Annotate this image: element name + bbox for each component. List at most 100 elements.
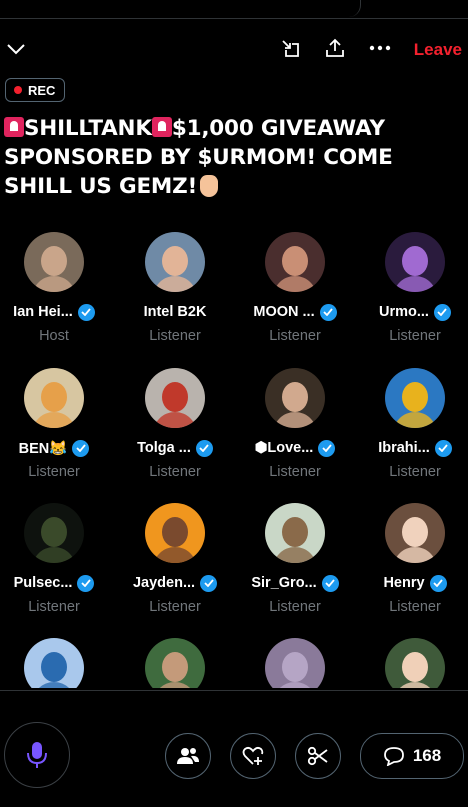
speaker-role: Listener <box>269 599 321 615</box>
comment-count: 168 <box>412 746 442 765</box>
speaker-tile[interactable]: Jayden... Listener <box>115 503 235 615</box>
speaker-name: Tolga ... <box>137 440 191 456</box>
avatar[interactable] <box>24 232 84 292</box>
title-line-3: SHILL US GEMZ! <box>4 174 198 199</box>
avatar[interactable] <box>265 232 325 292</box>
verified-badge-icon <box>77 574 95 592</box>
speaker-role: Listener <box>149 599 201 615</box>
speaker-name: Ian Hei... <box>13 304 73 320</box>
avatar[interactable] <box>145 503 205 563</box>
avatar[interactable] <box>24 503 84 563</box>
speaker-tile[interactable]: Henry Listener <box>355 503 468 615</box>
speaker-tile[interactable]: Ibrahi... Listener <box>355 368 468 480</box>
speaker-name-row: Urmo... <box>355 302 468 322</box>
avatar[interactable] <box>385 368 445 428</box>
top-tab-edge <box>300 0 361 17</box>
footer-divider <box>0 690 468 691</box>
more-icon[interactable] <box>368 38 392 58</box>
avatar[interactable] <box>145 232 205 292</box>
avatar[interactable] <box>385 232 445 292</box>
record-dot-icon <box>14 86 22 94</box>
verified-badge-icon <box>200 574 218 592</box>
avatar[interactable] <box>24 368 84 428</box>
speaker-name-row: Ibrahi... <box>355 438 468 458</box>
speaker-tile[interactable]: Pulsec... Listener <box>0 503 114 615</box>
minimize-icon[interactable] <box>280 38 302 60</box>
leave-button[interactable]: Leave <box>414 40 462 60</box>
rec-badge: REC <box>5 78 66 102</box>
verified-badge-icon <box>429 574 447 592</box>
verified-badge-icon <box>433 303 451 321</box>
speaker-name: Intel B2K <box>143 304 207 320</box>
rec-label: REC <box>28 82 56 98</box>
speaker-tile[interactable] <box>115 638 235 688</box>
speaker-name-row: Sir_Gro... <box>235 573 355 593</box>
speaker-name-row: ⬢Love... <box>235 438 355 458</box>
avatar[interactable] <box>145 638 205 688</box>
speakers-grid: Ian Hei... Host Intel B2K Listener MOON ... L… <box>0 228 468 688</box>
microphone-icon <box>27 742 47 768</box>
avatar[interactable] <box>145 368 205 428</box>
speaker-tile[interactable]: Sir_Gro... Listener <box>235 503 355 615</box>
speaker-tile[interactable]: Ian Hei... Host <box>0 232 114 344</box>
speaker-tile[interactable]: Intel B2K Listener <box>115 232 235 344</box>
verified-badge-icon <box>319 303 337 321</box>
top-divider <box>0 0 468 19</box>
speaker-tile[interactable]: Urmo... Listener <box>355 232 468 344</box>
verified-badge-icon <box>195 439 213 457</box>
speaker-role: Host <box>39 328 69 344</box>
scissors-icon <box>307 746 328 766</box>
speaker-name-row: Jayden... <box>115 573 235 593</box>
speaker-name-row: Ian Hei... <box>0 302 114 322</box>
speaker-tile[interactable] <box>355 638 468 688</box>
speaker-role: Listener <box>389 599 441 615</box>
share-icon[interactable] <box>324 37 346 59</box>
speaker-role: Listener <box>28 599 80 615</box>
verified-badge-icon <box>72 439 90 457</box>
comment-icon <box>383 747 404 766</box>
speaker-name: ⬢Love... <box>254 440 314 456</box>
speaker-name: BEN😹 <box>18 440 68 457</box>
speaker-role: Listener <box>149 328 201 344</box>
heart-plus-icon <box>242 746 264 765</box>
comments-button[interactable]: 168 <box>360 733 464 779</box>
speaker-name: Henry <box>383 575 425 591</box>
speaker-name-row: BEN😹 <box>0 438 114 458</box>
clip-button[interactable] <box>295 733 341 779</box>
title-part-1: SHILLTANK <box>24 116 152 141</box>
speaker-role: Listener <box>389 464 441 480</box>
speaker-tile[interactable]: Tolga ... Listener <box>115 368 235 480</box>
avatar[interactable] <box>265 368 325 428</box>
siren-icon <box>4 117 24 137</box>
people-button[interactable] <box>165 733 211 779</box>
speaker-role: Listener <box>149 464 201 480</box>
speaker-role: Listener <box>269 328 321 344</box>
speaker-role: Listener <box>389 328 441 344</box>
speaker-tile[interactable]: ⬢Love... Listener <box>235 368 355 480</box>
avatar[interactable] <box>265 638 325 688</box>
speaker-name: Jayden... <box>132 575 196 591</box>
space-title: SHILLTANK $1,000 GIVEAWAY SPONSORED BY $U… <box>4 114 462 201</box>
chevron-down-icon[interactable] <box>5 38 27 60</box>
react-button[interactable] <box>230 733 276 779</box>
speaker-role: Listener <box>28 464 80 480</box>
microphone-button[interactable] <box>4 722 70 788</box>
people-icon <box>177 748 199 764</box>
speaker-tile[interactable]: MOON ... Listener <box>235 232 355 344</box>
speaker-tile[interactable] <box>0 638 114 688</box>
avatar[interactable] <box>265 503 325 563</box>
title-part-2: $1,000 GIVEAWAY <box>171 116 385 141</box>
verified-badge-icon <box>321 574 339 592</box>
speaker-name-row: Intel B2K <box>115 302 235 322</box>
avatar[interactable] <box>385 503 445 563</box>
speaker-tile[interactable] <box>235 638 355 688</box>
avatar[interactable] <box>385 638 445 688</box>
avatar[interactable] <box>24 638 84 688</box>
speaker-tile[interactable]: BEN😹 Listener <box>0 368 114 480</box>
speaker-name-row: Tolga ... <box>115 438 235 458</box>
speaker-name: Sir_Gro... <box>251 575 317 591</box>
speaker-name: Pulsec... <box>13 575 73 591</box>
title-line-2: SPONSORED BY $URMOM! COME <box>4 145 393 170</box>
siren-icon <box>151 117 172 137</box>
verified-badge-icon <box>77 303 95 321</box>
